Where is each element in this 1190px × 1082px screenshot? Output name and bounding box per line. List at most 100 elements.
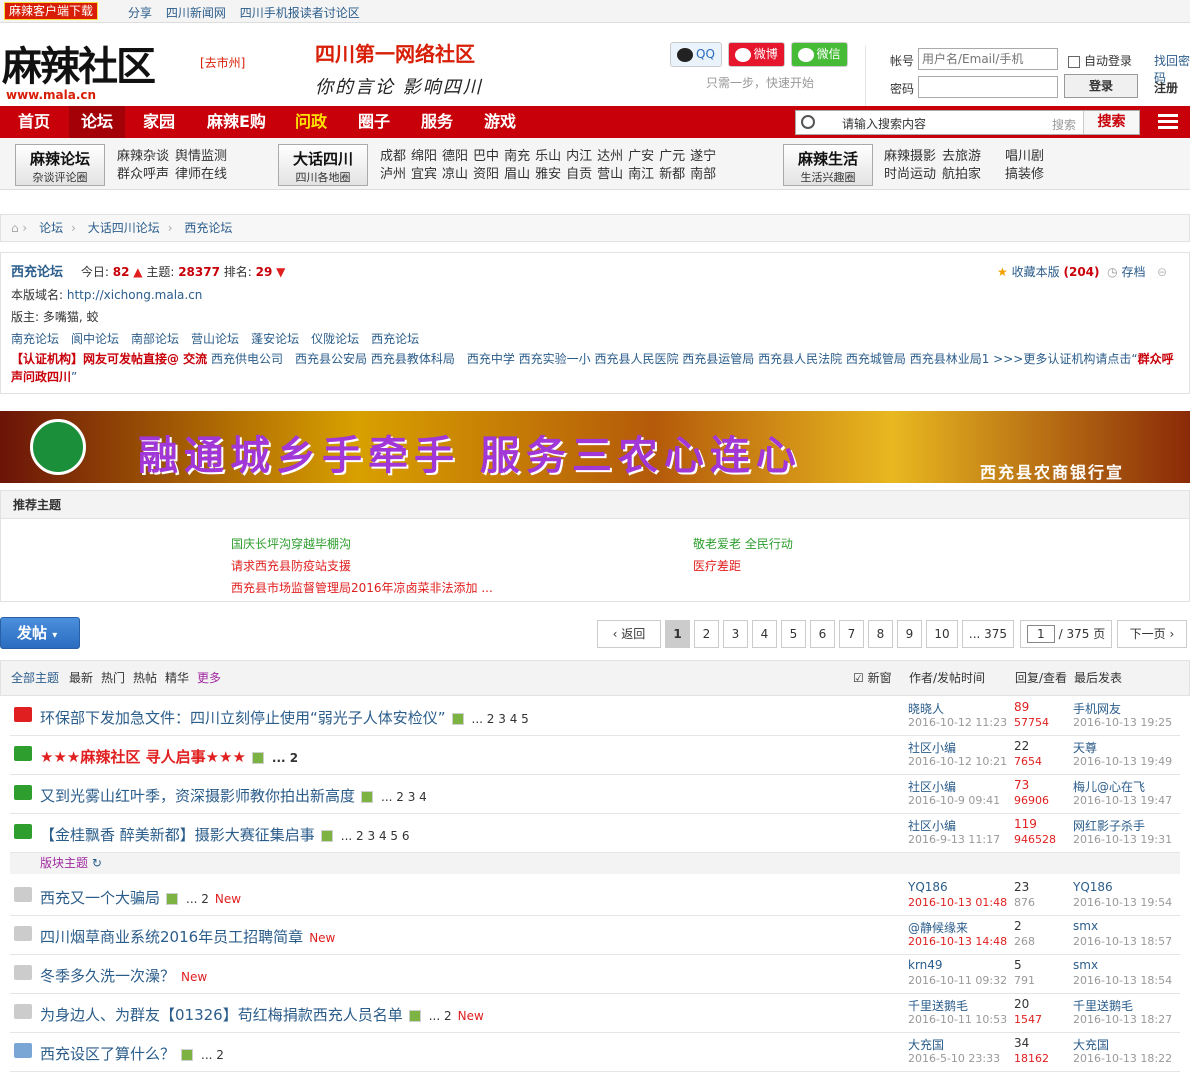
mala-life-button[interactable]: 麻辣生活 生活兴趣圈 [783, 144, 873, 186]
related-forum-link[interactable]: 营山论坛 [191, 332, 239, 346]
thread-pages[interactable]: ... 2 [201, 1048, 224, 1062]
tab-digest[interactable]: 精华 [165, 661, 189, 695]
page-10[interactable]: 10 [926, 620, 958, 648]
register-link[interactable]: 注册 [1154, 79, 1178, 96]
page-4[interactable]: 4 [752, 620, 777, 648]
page-2[interactable]: 2 [694, 620, 719, 648]
last-poster[interactable]: 网红影子杀手 [1073, 817, 1145, 834]
search-input[interactable]: 请输入搜索内容 [842, 115, 926, 132]
city-link[interactable]: 南部 [690, 167, 716, 182]
thread-author[interactable]: YQ186 [908, 880, 948, 894]
next-page-button[interactable]: 下一页 › [1117, 620, 1187, 648]
nav-home-space[interactable]: 家园 [143, 106, 175, 138]
username-input[interactable] [918, 48, 1058, 70]
related-forum-link[interactable]: 南部论坛 [131, 332, 179, 346]
nav-forum[interactable]: 论坛 [69, 106, 126, 138]
search-button[interactable]: 搜索 [1083, 111, 1139, 134]
password-input[interactable] [918, 76, 1058, 98]
page-7[interactable]: 7 [839, 620, 864, 648]
thread-row[interactable]: 环保部下发加急文件：四川立刻停止使用“弱光子人体安检仪”... 2 3 4 5 晓… [10, 697, 1180, 736]
thread-pages[interactable]: ... 2 [272, 751, 298, 765]
city-link[interactable]: 南江 [628, 167, 654, 182]
city-link[interactable]: 新都 [659, 167, 685, 182]
thread-title[interactable]: 西充又一个大骗局... 2 New [40, 887, 241, 908]
city-link[interactable]: 宜宾 [411, 167, 437, 182]
city-link[interactable]: 内江 [566, 149, 592, 164]
home-icon[interactable]: ⌂ › [11, 221, 27, 235]
thread-author[interactable]: 社区小编 [908, 739, 956, 756]
last-poster[interactable]: 手机网友 [1073, 700, 1121, 717]
thread-title[interactable]: 又到光雾山红叶季，资深摄影师教你拍出新高度... 2 3 4 [40, 785, 427, 806]
rec-item[interactable]: 国庆长坪沟穿越毕棚沟 [231, 533, 493, 555]
thread-pages[interactable]: ... 2 3 4 [381, 790, 427, 804]
new-post-button[interactable]: 发帖 ▾ [0, 617, 80, 649]
city-link[interactable]: 成都 [380, 149, 406, 164]
thread-author[interactable]: @静候缘来 [908, 919, 968, 936]
rec-item[interactable]: 请求西充县防疫站支援 [231, 555, 493, 577]
mobile-forum-link[interactable]: 四川手机报读者讨论区 [240, 6, 360, 20]
city-link[interactable]: 凉山 [442, 167, 468, 182]
site-logo[interactable]: 麻辣社区 www.mala.cn [2, 34, 172, 102]
thread-title[interactable]: 冬季多久洗一次澡？ New [40, 965, 207, 986]
related-forum-link[interactable]: 仪陇论坛 [311, 332, 359, 346]
page-11[interactable]: ... 375 [962, 620, 1014, 648]
thread-author[interactable]: 千里送鹅毛 [908, 997, 968, 1014]
cert-links[interactable]: 西充供电公司 西充县公安局 西充县教体科局 西充中学 西充实验一小 西充县人民医… [211, 352, 1138, 366]
related-forum-link[interactable]: 阆中论坛 [71, 332, 119, 346]
city-link[interactable]: 眉山 [504, 167, 530, 182]
thread-row[interactable]: 西充又一个大骗局... 2 New YQ186 2016-10-13 01:48 23 8… [10, 877, 1180, 916]
city-link[interactable]: 雅安 [535, 167, 561, 182]
tab-hotposts[interactable]: 热帖 [133, 661, 157, 695]
crumb-forum[interactable]: 论坛 [39, 221, 63, 235]
qq-login-button[interactable]: QQ [670, 42, 722, 67]
thread-row[interactable]: ★★★麻辣社区 寻人启事★★★... 2 社区小编 2016-10-12 10:21… [10, 736, 1180, 775]
forum-domain-link[interactable]: http://xichong.mala.cn [67, 288, 203, 302]
thread-row[interactable]: 西充设区了算什么？... 2 大充国 2016-5-10 23:33 34 18162 大… [10, 1033, 1180, 1072]
moderators[interactable]: 多嘴猫, 蛟 [43, 310, 99, 324]
tab-hot[interactable]: 热门 [101, 661, 125, 695]
last-poster[interactable]: YQ186 [1073, 880, 1113, 894]
page-1[interactable]: 1 [665, 620, 690, 648]
thread-pages[interactable]: ... 2 3 4 5 [472, 712, 529, 726]
last-poster[interactable]: 天尊 [1073, 739, 1097, 756]
login-button[interactable]: 登录 [1064, 74, 1138, 98]
nav-eshop[interactable]: 麻辣E购 [207, 106, 266, 138]
scnews-link[interactable]: 四川新闻网 [166, 6, 226, 20]
archive-link[interactable]: 存档 [1121, 265, 1145, 279]
wechat-login-button[interactable]: 微信 [790, 42, 848, 67]
thread-pages[interactable]: ... 2 3 4 5 6 [341, 829, 410, 843]
city-link[interactable]: 遂宁 [690, 149, 716, 164]
page-3[interactable]: 3 [723, 620, 748, 648]
thread-title[interactable]: 为身边人、为群友【01326】苟红梅捐款西充人员名单... 2 New [40, 1004, 484, 1025]
menu-icon[interactable] [1158, 114, 1178, 130]
thread-pages[interactable]: ... 2 [429, 1009, 452, 1023]
thread-title[interactable]: ★★★麻辣社区 寻人启事★★★... 2 [40, 746, 298, 767]
page-8[interactable]: 8 [868, 620, 893, 648]
thread-row[interactable]: 冬季多久洗一次澡？ New krn49 2016-10-11 09:32 5 791 smx… [10, 955, 1180, 994]
related-forum-link[interactable]: 蓬安论坛 [251, 332, 299, 346]
city-link[interactable]: 绵阳 [411, 149, 437, 164]
city-link[interactable]: 德阳 [442, 149, 468, 164]
crumb-sichuan[interactable]: 大话四川论坛 [88, 221, 160, 235]
thread-title[interactable]: 西充设区了算什么？... 2 [40, 1043, 224, 1064]
thread-title[interactable]: 【金桂飘香 醉美新都】摄影大赛征集启事... 2 3 4 5 6 [40, 824, 409, 845]
thread-row[interactable]: 又到光雾山红叶季，资深摄影师教你拍出新高度... 2 3 4 社区小编 2016-1… [10, 775, 1180, 814]
city-link[interactable]: 泸州 [380, 167, 406, 182]
back-button[interactable]: ‹ 返回 [597, 620, 661, 648]
tab-all[interactable]: 全部主题 [11, 661, 59, 695]
related-forum-link[interactable]: 南充论坛 [11, 332, 59, 346]
ad-banner[interactable]: 融通城乡手牵手 服务三农心连心 西充县农商银行宣 [0, 411, 1190, 483]
rec-item[interactable]: 敬老爱老 全民行动 [693, 533, 793, 555]
page-6[interactable]: 6 [810, 620, 835, 648]
auto-login-checkbox[interactable]: 自动登录 [1068, 52, 1132, 69]
page-9[interactable]: 9 [897, 620, 922, 648]
thread-row[interactable]: 四川烟草商业系统2016年员工招聘简章 New @静候缘来 2016-10-13 14… [10, 916, 1180, 955]
thread-author[interactable]: 大充国 [908, 1036, 944, 1053]
weibo-login-button[interactable]: 微博 [727, 42, 785, 67]
last-poster[interactable]: smx [1073, 919, 1098, 933]
city-link[interactable]: 巴中 [473, 149, 499, 164]
city-link[interactable]: 南充 [504, 149, 530, 164]
tab-latest[interactable]: 最新 [69, 661, 93, 695]
thread-author[interactable]: krn49 [908, 958, 943, 972]
thread-pages[interactable]: ... 2 [186, 892, 209, 906]
